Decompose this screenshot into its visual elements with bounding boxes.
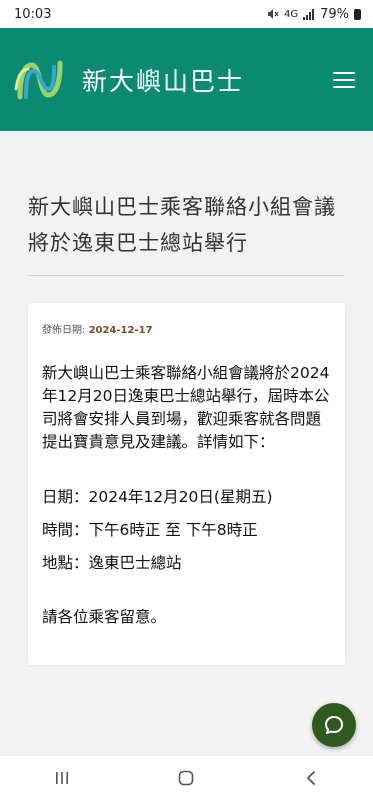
publish-date-label: 發佈日期: <box>42 325 89 336</box>
back-icon <box>306 771 315 785</box>
article-title: 新大嶼山巴士乘客聯絡小組會議將於逸東巴士總站舉行 <box>28 189 345 276</box>
brand-name: 新大嶼山巴士 <box>82 66 245 96</box>
event-time: 時間：下午6時正 至 下午8時正 <box>42 521 258 539</box>
status-time: 10:03 <box>14 6 52 22</box>
home-button[interactable] <box>166 763 206 793</box>
article-closing: 請各位乘客留意。 <box>42 608 167 626</box>
nlb-logo-icon[interactable] <box>14 57 66 103</box>
event-location: 地點：逸東巴士總站 <box>42 554 182 572</box>
hamburger-menu-icon[interactable] <box>333 71 355 88</box>
back-button[interactable] <box>291 763 331 793</box>
event-date: 日期：2024年12月20日(星期五) <box>42 488 273 506</box>
menu-line <box>333 85 355 88</box>
main-content[interactable]: 新大嶼山巴士乘客聯絡小組會議將於逸東巴士總站舉行 發佈日期: 2024-12-1… <box>0 131 373 756</box>
mute-icon <box>267 9 279 19</box>
article-body: 新大嶼山巴士乘客聯絡小組會議將於2024年12月20日逸東巴士總站舉行，屆時本公… <box>42 364 330 451</box>
status-icons: 4G 79% <box>267 7 361 22</box>
network-type: 4G <box>283 8 299 20</box>
article-card: 發佈日期: 2024-12-17 新大嶼山巴士乘客聯絡小組會議將於2024年12… <box>28 303 345 665</box>
recents-icon <box>56 772 69 784</box>
publish-date-value: 2024-12-17 <box>88 325 153 336</box>
menu-line <box>333 78 355 81</box>
app-header: 新大嶼山巴士 <box>0 28 373 131</box>
recents-button[interactable] <box>42 763 82 793</box>
chat-bubble-icon <box>325 716 343 734</box>
menu-line <box>333 71 355 74</box>
status-bar: 10:03 4G 79% <box>0 0 373 28</box>
system-nav-bar <box>0 756 373 800</box>
home-icon <box>179 770 194 786</box>
battery-icon <box>354 8 361 20</box>
signal-icon <box>303 8 315 20</box>
chat-button[interactable] <box>312 703 356 747</box>
publish-date: 發佈日期: 2024-12-17 <box>42 321 331 336</box>
battery-percent: 79% <box>320 6 349 22</box>
